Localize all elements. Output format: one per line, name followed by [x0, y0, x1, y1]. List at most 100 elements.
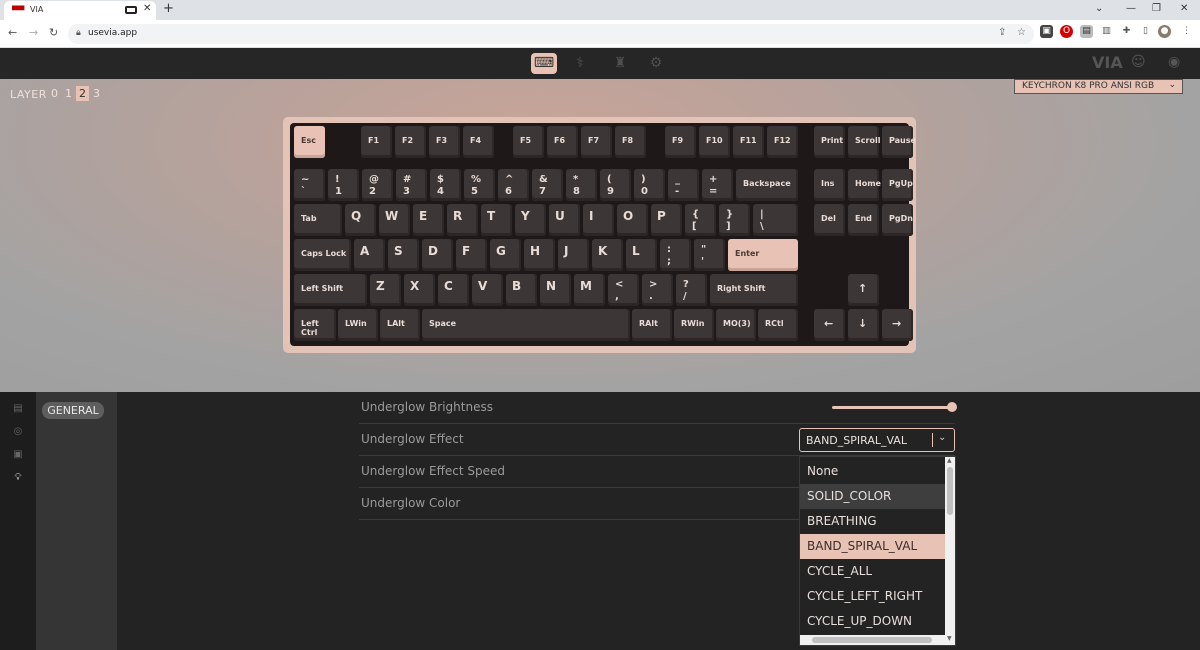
- close-window-icon[interactable]: ✕: [1180, 3, 1188, 14]
- avatar[interactable]: ●: [1158, 25, 1171, 38]
- key-tilde[interactable]: ~ `: [294, 169, 325, 201]
- hscrollbar-thumb[interactable]: [812, 637, 932, 643]
- macros-icon[interactable]: ◎: [12, 426, 24, 438]
- key-eq[interactable]: + =: [702, 169, 733, 201]
- key-bs[interactable]: | \: [753, 204, 798, 236]
- key-enter[interactable]: Enter: [728, 239, 798, 271]
- dropdown-option[interactable]: None: [800, 459, 945, 484]
- key-j[interactable]: J: [558, 239, 589, 271]
- key-s[interactable]: S: [388, 239, 419, 271]
- key-left[interactable]: ←: [814, 309, 845, 341]
- close-tab-icon[interactable]: ✕: [143, 3, 151, 14]
- key-rwin[interactable]: RWin: [674, 309, 714, 341]
- key-g[interactable]: G: [490, 239, 521, 271]
- key-f4[interactable]: F4: [463, 126, 494, 158]
- key-f2[interactable]: F2: [395, 126, 426, 158]
- layer-0-button[interactable]: 0: [48, 86, 61, 101]
- tab-search-icon[interactable]: ⌄: [1095, 3, 1103, 14]
- key-f8[interactable]: F8: [615, 126, 646, 158]
- key-n[interactable]: N: [540, 274, 571, 306]
- key-l[interactable]: L: [626, 239, 657, 271]
- keymap-icon[interactable]: ▤: [12, 403, 24, 415]
- lighting-bulb-icon[interactable]: 💡︎: [12, 472, 24, 484]
- key-pgdn[interactable]: PgDn: [882, 204, 913, 236]
- key-d[interactable]: D: [422, 239, 453, 271]
- layer-3-button[interactable]: 3: [90, 86, 103, 101]
- key-lalt[interactable]: LAlt: [380, 309, 420, 341]
- key-n0[interactable]: ) 0: [634, 169, 665, 201]
- key-o[interactable]: O: [617, 204, 648, 236]
- brightness-slider-thumb[interactable]: [947, 402, 957, 412]
- key-ralt[interactable]: RAlt: [632, 309, 672, 341]
- key-mo3[interactable]: MO(3): [716, 309, 756, 341]
- key-quote[interactable]: " ': [694, 239, 725, 271]
- key-q[interactable]: Q: [345, 204, 376, 236]
- key-f1[interactable]: F1: [361, 126, 392, 158]
- key-z[interactable]: Z: [370, 274, 401, 306]
- key-rshift[interactable]: Right Shift: [710, 274, 798, 306]
- key-f12[interactable]: F12: [767, 126, 798, 158]
- dropdown-option-selected[interactable]: BAND_SPIRAL_VAL: [800, 534, 945, 559]
- key-u[interactable]: U: [549, 204, 580, 236]
- key-f10[interactable]: F10: [699, 126, 730, 158]
- underglow-effect-select[interactable]: BAND_SPIRAL_VAL ⌄: [799, 428, 955, 452]
- save-load-icon[interactable]: ▣: [12, 449, 24, 461]
- key-x[interactable]: X: [404, 274, 435, 306]
- key-lshift[interactable]: Left Shift: [294, 274, 367, 306]
- key-scroll[interactable]: Scroll: [848, 126, 880, 158]
- key-b[interactable]: B: [506, 274, 537, 306]
- key-pause[interactable]: Pause: [882, 126, 916, 158]
- reload-icon[interactable]: ↻: [49, 26, 58, 39]
- dropdown-hscrollbar[interactable]: [800, 635, 945, 645]
- key-f6[interactable]: F6: [547, 126, 578, 158]
- key-f7[interactable]: F7: [581, 126, 612, 158]
- key-home[interactable]: Home: [848, 169, 881, 201]
- layer-1-button[interactable]: 1: [62, 86, 75, 101]
- back-icon[interactable]: ←: [8, 26, 17, 39]
- key-n1[interactable]: ! 1: [328, 169, 359, 201]
- key-i[interactable]: I: [583, 204, 614, 236]
- key-e[interactable]: E: [413, 204, 444, 236]
- key-f3[interactable]: F3: [429, 126, 460, 158]
- github-icon[interactable]: ◉: [1168, 54, 1180, 70]
- design-icon[interactable]: ♜: [607, 53, 633, 74]
- scroll-up-icon[interactable]: ▲: [947, 457, 952, 464]
- key-down[interactable]: ↓: [848, 309, 879, 341]
- key-h[interactable]: H: [524, 239, 555, 271]
- minimize-icon[interactable]: —: [1126, 3, 1136, 14]
- key-print[interactable]: Print: [814, 126, 845, 158]
- key-tab[interactable]: Tab: [294, 204, 342, 236]
- opera-extension-icon[interactable]: O: [1060, 25, 1073, 38]
- sidepanel-icon[interactable]: ▯: [1139, 25, 1152, 38]
- key-f5[interactable]: F5: [513, 126, 544, 158]
- key-a[interactable]: A: [354, 239, 385, 271]
- bookmark-star-icon[interactable]: ☆: [1017, 27, 1026, 38]
- puzzle-icon[interactable]: ✚: [1120, 25, 1133, 38]
- key-m[interactable]: M: [574, 274, 605, 306]
- share-icon[interactable]: ⇪: [998, 27, 1006, 38]
- restore-icon[interactable]: ❐: [1152, 3, 1161, 14]
- via-logo[interactable]: VIA: [1092, 53, 1123, 72]
- scrollbar-thumb[interactable]: [947, 467, 953, 515]
- key-n2[interactable]: @2: [362, 169, 393, 201]
- key-esc[interactable]: Esc: [294, 126, 325, 158]
- browser-tab[interactable]: ▀▀ VIA ✕: [4, 1, 156, 20]
- general-menu-item[interactable]: GENERAL: [42, 402, 104, 419]
- key-lctrl[interactable]: Left Ctrl: [294, 309, 336, 341]
- key-pgup[interactable]: PgUp: [882, 169, 913, 201]
- keyboard-configure-icon[interactable]: ⌨: [531, 53, 557, 74]
- key-n6[interactable]: ^ 6: [498, 169, 529, 201]
- new-tab-icon[interactable]: +: [163, 1, 174, 16]
- key-dot[interactable]: >.: [642, 274, 673, 306]
- key-c[interactable]: C: [438, 274, 469, 306]
- settings-gear-icon[interactable]: ⚙: [643, 53, 669, 74]
- extension-icon[interactable]: ▤: [1080, 25, 1093, 38]
- key-k[interactable]: K: [592, 239, 623, 271]
- dropdown-option[interactable]: CYCLE_ALL: [800, 559, 945, 584]
- key-slash[interactable]: ? /: [676, 274, 707, 306]
- key-rctl[interactable]: RCtl: [758, 309, 798, 341]
- discord-icon[interactable]: ☺: [1131, 54, 1146, 70]
- keyboard-select[interactable]: KEYCHRON K8 PRO ANSI RGB ⌄: [1014, 79, 1183, 94]
- key-r[interactable]: R: [447, 204, 478, 236]
- key-lbr[interactable]: {[: [685, 204, 716, 236]
